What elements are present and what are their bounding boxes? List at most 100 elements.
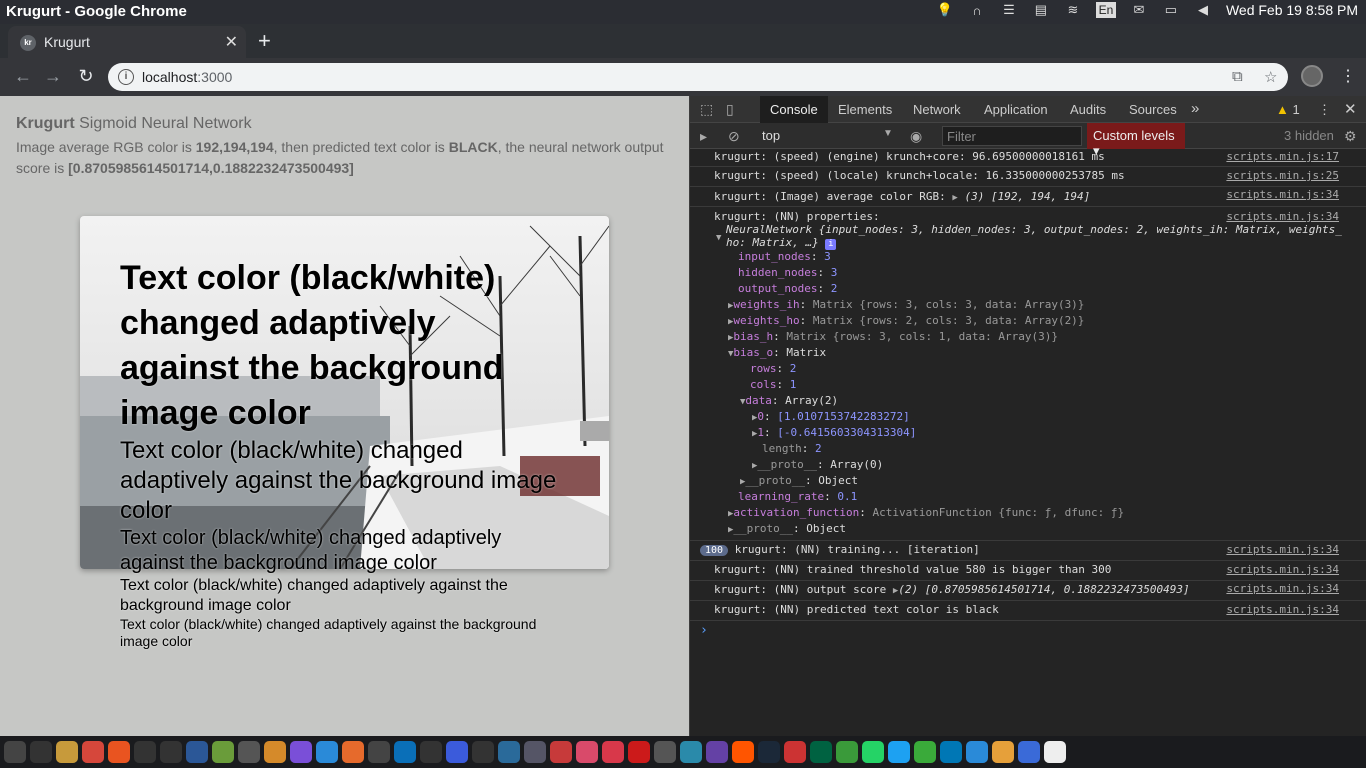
forward-button[interactable]: → — [42, 66, 64, 87]
app-n2-icon[interactable] — [160, 741, 182, 763]
source-link[interactable]: scripts.min.js:34 — [1226, 188, 1339, 201]
prop-row[interactable]: ▶activation_function: ActivationFunction… — [728, 506, 1124, 519]
ws-icon[interactable] — [186, 741, 208, 763]
prop-row[interactable]: ▶__proto__: Array(0) — [752, 458, 883, 471]
app-red-icon[interactable] — [550, 741, 572, 763]
log-levels-dropdown[interactable]: Custom levels ▾ — [1087, 123, 1185, 158]
app-chat-icon[interactable] — [914, 741, 936, 763]
app-maps-icon[interactable] — [992, 741, 1014, 763]
source-link[interactable]: scripts.min.js:34 — [1226, 210, 1339, 223]
profile-avatar[interactable] — [1301, 65, 1323, 87]
pocket-blue-icon[interactable] — [446, 741, 468, 763]
chrome-menu-icon[interactable]: ⋮ — [1340, 66, 1356, 86]
tab-network[interactable]: Network — [913, 102, 961, 117]
google-icon[interactable] — [1044, 741, 1066, 763]
wifi-icon[interactable]: ≋ — [1064, 2, 1082, 18]
reload-button[interactable]: ↻ — [75, 66, 97, 87]
starbucks-icon[interactable] — [810, 741, 832, 763]
prop-row[interactable]: ▼data: Array(2) — [740, 394, 838, 407]
prop-row[interactable]: ▶bias_h: Matrix {rows: 3, cols: 1, data:… — [728, 330, 1058, 343]
close-tab-icon[interactable]: ✕ — [225, 32, 238, 52]
tab-application[interactable]: Application — [984, 102, 1048, 117]
prop-row[interactable]: ▶weights_ho: Matrix {rows: 2, cols: 3, d… — [728, 314, 1084, 327]
android-icon[interactable] — [212, 741, 234, 763]
app-gray-icon[interactable] — [524, 741, 546, 763]
tab-audits[interactable]: Audits — [1070, 102, 1106, 117]
source-link[interactable]: scripts.min.js:25 — [1226, 169, 1339, 182]
devtools-menu-icon[interactable]: ⋮ — [1318, 102, 1331, 118]
sidebar-toggle-icon[interactable]: ▸ — [700, 128, 707, 145]
device-toolbar-icon[interactable]: ▯ — [726, 101, 734, 118]
app-purple-icon[interactable] — [290, 741, 312, 763]
steam-icon[interactable] — [758, 741, 780, 763]
app-n1-icon[interactable] — [134, 741, 156, 763]
prop-row[interactable]: ▶__proto__: Object — [740, 474, 858, 487]
app-h-icon[interactable] — [966, 741, 988, 763]
pocket-icon[interactable] — [602, 741, 624, 763]
linkedin-icon[interactable] — [940, 741, 962, 763]
text-editor-icon[interactable] — [238, 741, 260, 763]
prop-row[interactable]: ▶0: [1.0107153742283272] — [752, 410, 910, 423]
more-tabs-button[interactable]: » — [1191, 100, 1199, 117]
console-prompt[interactable]: › — [700, 623, 708, 638]
app-car-icon[interactable] — [784, 741, 806, 763]
browser-tab[interactable]: kr Krugurt ✕ — [8, 26, 246, 58]
nn-object-header-cont[interactable]: ho: Matrix, …} i — [726, 236, 837, 250]
site-info-icon[interactable]: i — [118, 69, 134, 85]
bookmark-star-icon[interactable]: ☆ — [1264, 68, 1277, 86]
twitch-icon[interactable] — [706, 741, 728, 763]
input-lang-indicator[interactable]: En — [1095, 2, 1116, 18]
address-bar[interactable]: i localhost:3000 ⧉ ☆ — [108, 63, 1288, 91]
tab-sources[interactable]: Sources — [1129, 102, 1177, 117]
source-link[interactable]: scripts.min.js:17 — [1226, 150, 1339, 163]
app-bird-icon[interactable] — [498, 741, 520, 763]
prop-row[interactable]: ▼bias_o: Matrix — [728, 346, 826, 359]
files-icon[interactable] — [56, 741, 78, 763]
new-tab-button[interactable]: + — [258, 28, 271, 54]
trello-icon[interactable] — [394, 741, 416, 763]
prop-row[interactable]: ▶weights_ih: Matrix {rows: 3, cols: 3, d… — [728, 298, 1084, 311]
chrome-icon[interactable] — [82, 741, 104, 763]
clear-console-icon[interactable]: ⊘ — [728, 128, 740, 145]
terminal-icon[interactable] — [30, 741, 52, 763]
twitter-icon[interactable] — [888, 741, 910, 763]
app-pink-icon[interactable] — [576, 741, 598, 763]
settings-icon[interactable] — [4, 741, 26, 763]
volume-icon[interactable]: ◀ — [1194, 2, 1212, 18]
tab-elements[interactable]: Elements — [838, 102, 892, 117]
app-orange-icon[interactable] — [342, 741, 364, 763]
clipboard-icon[interactable]: ☰ — [1000, 2, 1018, 18]
ubuntu-software-icon[interactable] — [108, 741, 130, 763]
warning-count[interactable]: ▲ 1 — [1276, 102, 1300, 117]
source-link[interactable]: scripts.min.js:34 — [1226, 603, 1339, 616]
app-blue2-icon[interactable] — [1018, 741, 1040, 763]
console-settings-gear-icon[interactable]: ⚙ — [1344, 128, 1357, 145]
bulb-icon[interactable]: 💡 — [936, 2, 954, 18]
whatsapp-icon[interactable] — [862, 741, 884, 763]
context-select[interactable]: top — [762, 128, 892, 143]
back-button[interactable]: ← — [12, 66, 34, 87]
source-link[interactable]: scripts.min.js:34 — [1226, 563, 1339, 576]
prop-row[interactable]: ▶1: [-0.6415603304313304] — [752, 426, 916, 439]
youtube-icon[interactable] — [628, 741, 650, 763]
prop-row[interactable]: ▶__proto__: Object — [728, 522, 846, 535]
app-green-icon[interactable] — [836, 741, 858, 763]
app-blue-icon[interactable] — [316, 741, 338, 763]
calendar-icon[interactable]: ▤ — [1032, 2, 1050, 18]
close-devtools-icon[interactable]: ✕ — [1344, 100, 1357, 118]
headphones-icon[interactable]: ∩ — [968, 2, 986, 18]
open-in-app-icon[interactable]: ⧉ — [1232, 68, 1243, 85]
source-link[interactable]: scripts.min.js:34 — [1226, 582, 1339, 595]
app-dark-icon[interactable] — [368, 741, 390, 763]
inspect-element-icon[interactable]: ⬚ — [700, 101, 713, 118]
app-play-icon[interactable] — [680, 741, 702, 763]
clock[interactable]: Wed Feb 19 8:58 PM — [1226, 2, 1358, 18]
tab-console[interactable]: Console — [760, 96, 828, 123]
soundcloud-icon[interactable] — [732, 741, 754, 763]
mail-icon[interactable]: ✉ — [1130, 2, 1148, 18]
github-icon[interactable] — [420, 741, 442, 763]
sublime-icon[interactable] — [264, 741, 286, 763]
nn-object-header[interactable]: NeuralNetwork {input_nodes: 3, hidden_no… — [726, 223, 1342, 236]
app-home-icon[interactable] — [472, 741, 494, 763]
url-text[interactable]: localhost:3000 — [142, 69, 232, 85]
